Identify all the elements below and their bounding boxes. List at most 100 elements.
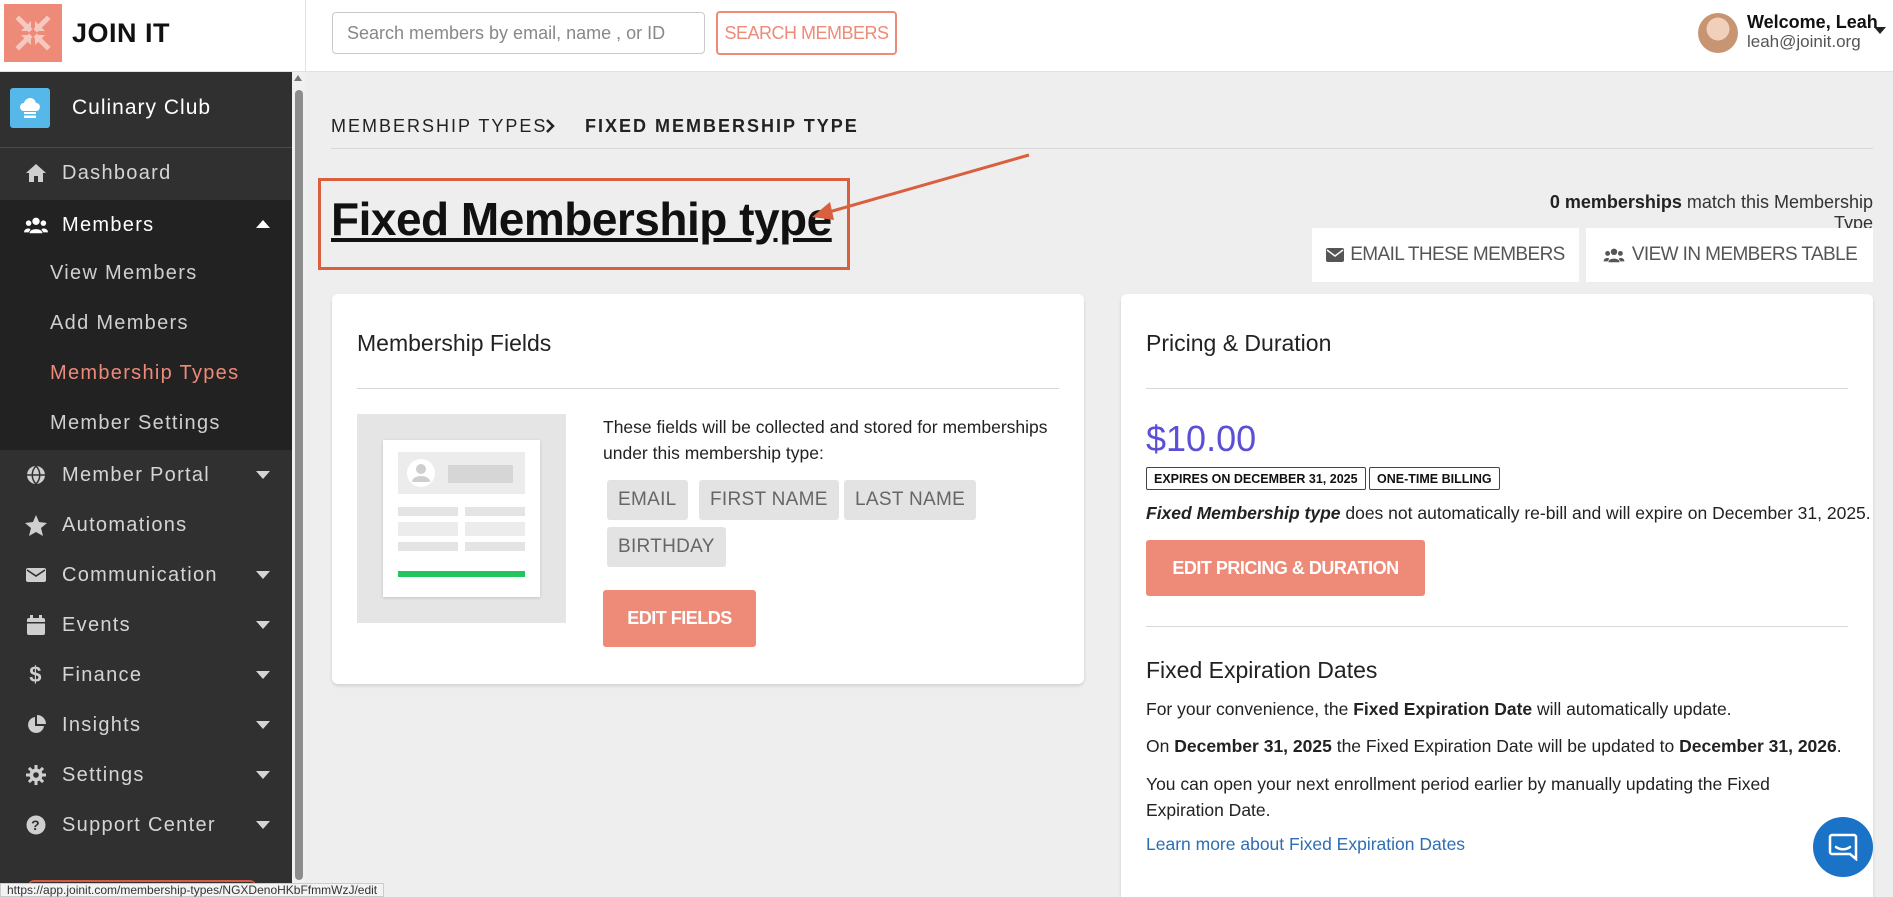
billing-note-name: Fixed Membership type bbox=[1146, 503, 1341, 523]
chevron-down-icon bbox=[256, 471, 270, 479]
chef-hat-icon bbox=[10, 88, 50, 128]
sidebar-item-label: Member Portal bbox=[62, 463, 211, 486]
sidebar-scroll-thumb[interactable] bbox=[295, 90, 303, 880]
sidebar-item-member-portal[interactable]: Member Portal bbox=[0, 450, 292, 500]
sidebar: Culinary Club Dashboard Members View Mem… bbox=[0, 72, 292, 897]
fixed-expiration-title: Fixed Expiration Dates bbox=[1146, 657, 1378, 683]
sidebar-item-communication[interactable]: Communication bbox=[0, 550, 292, 600]
text-bold: Fixed Expiration Date bbox=[1353, 699, 1533, 719]
submenu-item-add-members[interactable]: Add Members bbox=[50, 312, 189, 335]
chat-support-button[interactable] bbox=[1813, 817, 1873, 877]
card-divider bbox=[1146, 388, 1848, 389]
sidebar-item-support-center[interactable]: ? Support Center bbox=[0, 800, 292, 850]
breadcrumb-current: FIXED MEMBERSHIP TYPE bbox=[585, 116, 859, 136]
question-icon: ? bbox=[24, 813, 48, 837]
status-bar-url: https://app.joinit.com/membership-types/… bbox=[0, 883, 385, 897]
text-bold: December 31, 2026 bbox=[1679, 736, 1837, 756]
app-logo[interactable] bbox=[4, 4, 62, 62]
chevron-down-icon bbox=[256, 621, 270, 629]
fields-description: These fields will be collected and store… bbox=[603, 417, 1048, 463]
avatar[interactable] bbox=[1698, 13, 1738, 53]
calendar-icon bbox=[24, 613, 48, 637]
chat-icon bbox=[1828, 833, 1858, 861]
billing-note-text: does not automatically re-bill and will … bbox=[1340, 503, 1871, 523]
breadcrumb-parent[interactable]: MEMBERSHIP TYPES bbox=[331, 116, 547, 137]
top-bar: JOIN IT SEARCH MEMBERS Welcome, Leah lea… bbox=[0, 0, 1893, 72]
learn-more-link[interactable]: Learn more about Fixed Expiration Dates bbox=[1146, 834, 1465, 855]
globe-icon bbox=[24, 463, 48, 487]
sidebar-item-label: Finance bbox=[62, 663, 143, 686]
sidebar-item-members[interactable]: Members bbox=[0, 200, 292, 250]
sidebar-item-automations[interactable]: Automations bbox=[0, 500, 292, 550]
text: the Fixed Expiration Date will be update… bbox=[1331, 736, 1680, 756]
user-welcome[interactable]: Welcome, Leah bbox=[1747, 12, 1878, 33]
svg-text:?: ? bbox=[31, 817, 41, 833]
divider bbox=[305, 0, 306, 72]
envelope-icon bbox=[1326, 248, 1345, 262]
sidebar-item-label: Settings bbox=[62, 763, 145, 786]
sidebar-item-settings[interactable]: Settings bbox=[0, 750, 292, 800]
gear-icon bbox=[24, 763, 48, 787]
sidebar-item-label: Insights bbox=[62, 713, 142, 736]
users-icon bbox=[24, 213, 48, 237]
expiration-paragraph-1: For your convenience, the Fixed Expirati… bbox=[1146, 696, 1846, 722]
billing-note: Fixed Membership type does not automatic… bbox=[1146, 503, 1871, 524]
edit-fields-button[interactable]: EDIT FIELDS bbox=[603, 590, 756, 647]
field-chip-first-name: FIRST NAME bbox=[699, 480, 839, 520]
submenu-item-membership-types[interactable]: Membership Types bbox=[50, 362, 239, 385]
scroll-up-icon[interactable] bbox=[294, 75, 302, 81]
billing-tag: ONE-TIME BILLING bbox=[1369, 467, 1500, 490]
email-these-members-button[interactable]: EMAIL THESE MEMBERS bbox=[1312, 228, 1579, 282]
pricing-duration-title: Pricing & Duration bbox=[1146, 330, 1332, 356]
sidebar-item-label: Events bbox=[62, 613, 131, 636]
expiration-paragraph-3: You can open your next enrollment period… bbox=[1146, 774, 1770, 820]
text: . bbox=[1836, 736, 1842, 756]
sidebar-item-label: Dashboard bbox=[62, 161, 172, 184]
star-icon bbox=[24, 513, 48, 537]
field-chip-birthday: BIRTHDAY bbox=[607, 527, 726, 567]
chevron-down-icon bbox=[256, 821, 270, 829]
submenu-item-member-settings[interactable]: Member Settings bbox=[50, 412, 221, 435]
chevron-right-icon bbox=[545, 117, 555, 140]
users-icon bbox=[1603, 248, 1625, 263]
sidebar-item-label: Support Center bbox=[62, 813, 216, 836]
club-header[interactable]: Culinary Club bbox=[0, 72, 292, 148]
sidebar-item-events[interactable]: Events bbox=[0, 600, 292, 650]
chevron-up-icon bbox=[256, 220, 270, 228]
sidebar-item-dashboard[interactable]: Dashboard bbox=[0, 148, 292, 198]
text: On bbox=[1146, 736, 1175, 756]
dollar-icon: $ bbox=[29, 662, 43, 687]
email-these-members-label: EMAIL THESE MEMBERS bbox=[1350, 244, 1565, 265]
envelope-icon bbox=[24, 563, 48, 587]
club-name: Culinary Club bbox=[72, 96, 212, 119]
chevron-down-icon bbox=[256, 721, 270, 729]
user-menu-caret-icon[interactable] bbox=[1874, 27, 1886, 34]
field-chip-email: EMAIL bbox=[607, 480, 688, 520]
expiry-tag: EXPIRES ON DECEMBER 31, 2025 bbox=[1146, 467, 1366, 490]
search-members-button[interactable]: SEARCH MEMBERS bbox=[716, 11, 897, 55]
sidebar-item-insights[interactable]: Insights bbox=[0, 700, 292, 750]
page-title: Fixed Membership type bbox=[331, 193, 832, 245]
search-input[interactable] bbox=[332, 12, 705, 54]
card-divider bbox=[357, 388, 1059, 389]
view-in-members-table-label: VIEW IN MEMBERS TABLE bbox=[1631, 244, 1858, 265]
members-submenu: View Members Add Members Membership Type… bbox=[0, 250, 292, 450]
submenu-item-view-members[interactable]: View Members bbox=[50, 262, 198, 285]
text: will automatically update. bbox=[1532, 699, 1732, 719]
view-in-members-table-button[interactable]: VIEW IN MEMBERS TABLE bbox=[1586, 228, 1873, 282]
form-document-icon bbox=[383, 440, 540, 597]
compress-arrows-icon bbox=[15, 15, 51, 51]
annotation-arrow-icon bbox=[812, 153, 1030, 220]
breadcrumb-divider bbox=[331, 148, 1873, 149]
text-bold: December 31, 2025 bbox=[1174, 736, 1332, 756]
app-name: JOIN IT bbox=[72, 18, 171, 48]
match-suffix: match this Membership Type bbox=[1681, 192, 1873, 233]
edit-pricing-duration-button[interactable]: EDIT PRICING & DURATION bbox=[1146, 540, 1425, 596]
home-icon bbox=[24, 161, 48, 185]
user-email[interactable]: leah@joinit.org bbox=[1747, 32, 1861, 52]
sidebar-item-label: Communication bbox=[62, 563, 218, 586]
price-value: $10.00 bbox=[1146, 418, 1257, 459]
chevron-down-icon bbox=[256, 671, 270, 679]
sidebar-item-finance[interactable]: $ Finance bbox=[0, 650, 292, 700]
pie-chart-icon bbox=[24, 713, 48, 737]
